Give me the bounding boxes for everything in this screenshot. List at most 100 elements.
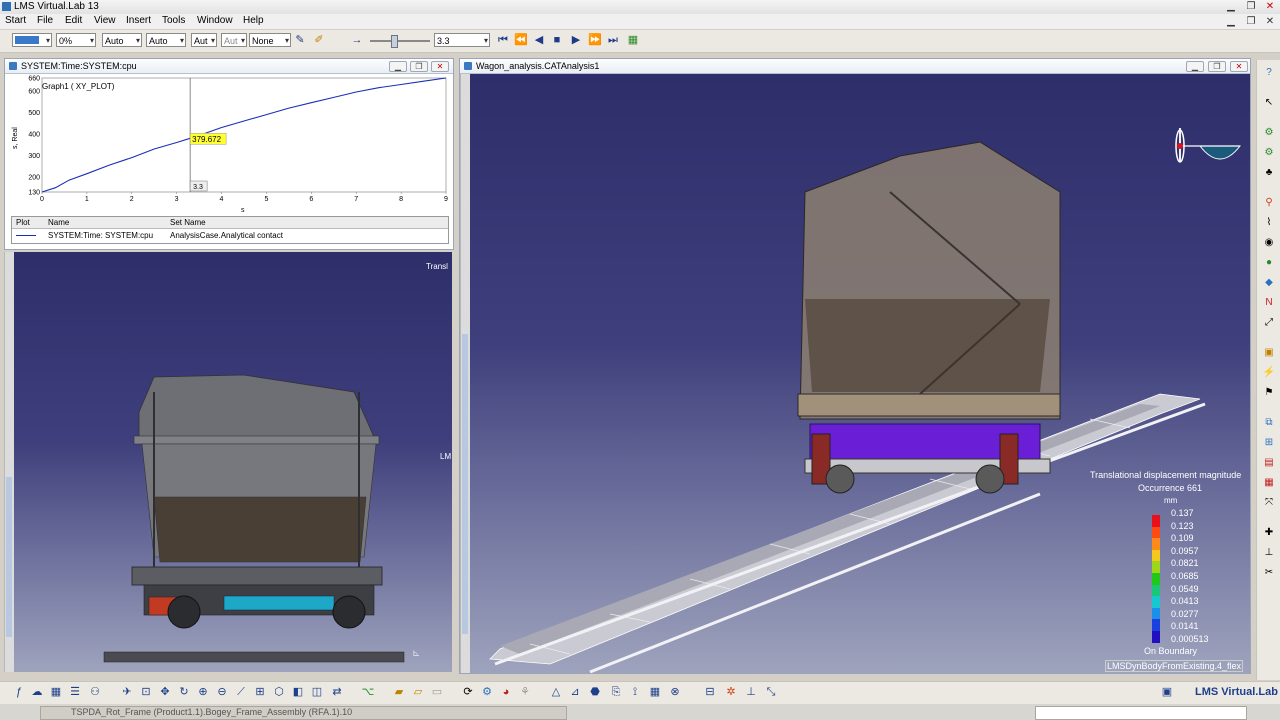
table-row[interactable]: SYSTEM:Time: SYSTEM:cpu AnalysisCase.Ana… (12, 229, 448, 242)
time-slider-thumb[interactable] (391, 35, 398, 48)
menu-insert[interactable]: Insert (126, 15, 151, 26)
line-type-select[interactable]: Auto (102, 33, 142, 48)
move-icon[interactable]: ⤡ (764, 686, 778, 699)
menu-help[interactable]: Help (243, 15, 264, 26)
main-minimize-button[interactable]: ▁ (1186, 61, 1204, 72)
cut-icon[interactable]: ✂ (1262, 566, 1276, 580)
gear-icon[interactable]: ⚙ (1262, 126, 1276, 140)
menu-view[interactable]: View (94, 15, 116, 26)
spring-icon[interactable]: ⌇ (1262, 216, 1276, 230)
xy-plot[interactable]: Graph1 ( XY_PLOT) s, Real s 0 1 2 3 4 5 6 7 8 9 1… (5, 74, 453, 215)
panel-restore-button[interactable]: ❐ (410, 61, 428, 72)
menu-window[interactable]: Window (197, 15, 233, 26)
split-icon[interactable]: ⊥ (744, 686, 758, 699)
comment-icon[interactable]: ☁ (30, 686, 44, 699)
hide-show-icon[interactable]: ◫ (310, 686, 324, 699)
contour-icon[interactable]: ▤ (1262, 456, 1276, 470)
last-frame-icon[interactable]: ⏭ (606, 34, 620, 47)
help-icon[interactable]: ? (1262, 66, 1276, 80)
main-restore-button[interactable]: ❐ (1208, 61, 1226, 72)
multi-view-icon[interactable]: ⊞ (253, 686, 267, 699)
sensor-icon[interactable]: ▣ (1262, 346, 1276, 360)
workbench-icon[interactable]: ▣ (1160, 686, 1174, 699)
close-button[interactable]: ✕ (1261, 1, 1279, 12)
render-select[interactable]: None (249, 33, 291, 48)
zoom-out-icon[interactable]: ⊖ (215, 686, 229, 699)
menu-start[interactable]: Start (5, 15, 26, 26)
swap-visible-icon[interactable]: ⇄ (330, 686, 344, 699)
plot-icon[interactable]: ⊞ (1262, 436, 1276, 450)
compute-icon[interactable]: ⚙ (480, 686, 494, 699)
table-icon[interactable]: ▦ (49, 686, 63, 699)
first-frame-icon[interactable]: ⏮ (496, 34, 510, 47)
fly-icon[interactable]: ✈ (120, 686, 134, 699)
brush-icon[interactable]: ✐ (312, 34, 326, 47)
open-icon[interactable]: ▱ (411, 686, 425, 699)
joint-icon[interactable]: ◉ (1262, 236, 1276, 250)
minimize-button[interactable]: ▁ (1222, 1, 1240, 12)
macro-icon[interactable]: ☰ (68, 686, 82, 699)
update-icon[interactable]: ⟳ (461, 686, 475, 699)
play-back-icon[interactable]: ◀ (532, 34, 546, 47)
deform-icon[interactable]: ⤧ (1262, 496, 1276, 510)
pan-icon[interactable]: ✥ (158, 686, 172, 699)
arrow-right-icon[interactable]: → (350, 34, 364, 47)
knowledge-icon[interactable]: ⚇ (88, 686, 102, 699)
time-input[interactable]: 3.3 (434, 33, 490, 48)
panel-close-button[interactable]: ✕ (431, 61, 449, 72)
mesh-icon[interactable]: ♣ (1262, 166, 1276, 180)
constraint-icon[interactable]: ✲ (724, 686, 738, 699)
animation-icon[interactable]: ▦ (1262, 476, 1276, 490)
save-icon[interactable]: ▭ (430, 686, 444, 699)
paint-icon[interactable]: ✎ (293, 34, 307, 47)
transparency-select[interactable]: 0% (56, 33, 96, 48)
grid-icon[interactable]: ▦ (648, 686, 662, 699)
measure-icon[interactable]: ✚ (1262, 526, 1276, 540)
doc-close-button[interactable]: ✕ (1261, 16, 1279, 27)
fit-all-icon[interactable]: ⊡ (139, 686, 153, 699)
constraint-icon[interactable]: N (1262, 296, 1276, 310)
step-forward-icon[interactable]: ⏩ (588, 34, 602, 47)
point-select[interactable]: Aut (191, 33, 217, 48)
sketch-icon[interactable]: △ (549, 686, 563, 699)
iso-view-icon[interactable]: ⬡ (272, 686, 286, 699)
maximize-button[interactable]: ❐ (1242, 1, 1260, 12)
status-item[interactable]: TSPDA_Rot_Frame (Product1.1).Bogey_Frame… (40, 706, 567, 720)
play-icon[interactable]: ▶ (569, 34, 583, 47)
menu-tools[interactable]: Tools (162, 15, 185, 26)
compass-triad-icon[interactable] (1170, 126, 1244, 184)
analysis-icon[interactable]: ⚡ (1262, 366, 1276, 380)
main-3d-viewport[interactable]: Translational displacement magnitude Occ… (460, 74, 1250, 673)
mesh-icon[interactable]: ⬣ (588, 686, 602, 699)
doc-restore-button[interactable]: ❐ (1242, 16, 1260, 27)
section-icon[interactable]: ⊥ (1262, 546, 1276, 560)
select-arrow-icon[interactable]: ↖ (1262, 96, 1276, 110)
menu-file[interactable]: File (37, 15, 53, 26)
command-input[interactable] (1035, 706, 1247, 720)
color-select[interactable] (12, 33, 52, 48)
solver-icon[interactable]: ⚑ (1262, 386, 1276, 400)
force-icon[interactable]: ◆ (1262, 276, 1276, 290)
probe-icon[interactable]: ⟟ (628, 686, 642, 699)
rotate-icon[interactable]: ↻ (177, 686, 191, 699)
report-icon[interactable]: ⎘ (609, 686, 623, 699)
stop-icon[interactable]: ■ (550, 34, 564, 47)
time-slider[interactable] (370, 40, 430, 42)
image-icon[interactable]: ◕ (499, 686, 513, 699)
shading-icon[interactable]: ◧ (291, 686, 305, 699)
left-3d-viewport[interactable]: Transl LM ⊾ (4, 252, 452, 672)
layer-select[interactable]: Aut (221, 33, 247, 48)
filter-icon[interactable]: ⚘ (518, 686, 532, 699)
normal-view-icon[interactable]: ⟋ (234, 686, 248, 699)
zoom-in-icon[interactable]: ⊕ (196, 686, 210, 699)
formula-icon[interactable]: ƒ (12, 686, 26, 699)
tree-icon[interactable]: ⌥ (361, 686, 375, 699)
link-icon[interactable]: ⚲ (1262, 196, 1276, 210)
assembly-icon[interactable]: ⊟ (703, 686, 717, 699)
menu-edit[interactable]: Edit (65, 15, 82, 26)
driver-icon[interactable]: ⤢ (1262, 316, 1276, 330)
result-icon[interactable]: ⧉ (1262, 416, 1276, 430)
line-weight-select[interactable]: Auto (146, 33, 186, 48)
panel-minimize-button[interactable]: ▁ (389, 61, 407, 72)
trace-icon[interactable]: ⊗ (668, 686, 682, 699)
